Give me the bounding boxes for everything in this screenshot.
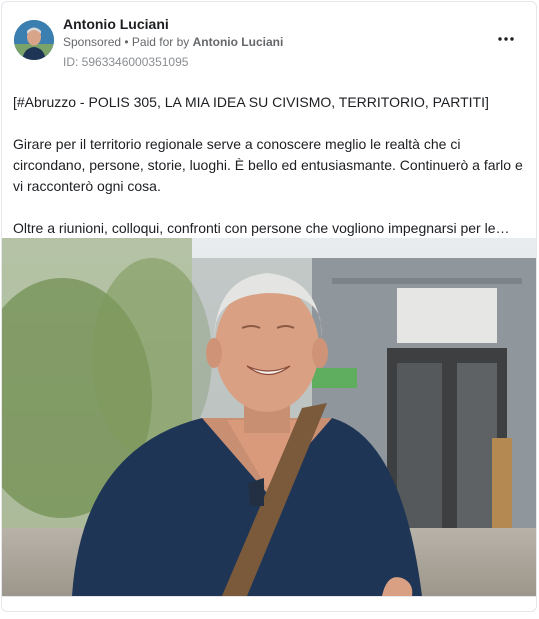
more-options-icon[interactable]	[494, 30, 518, 46]
sponsored-label: Sponsored	[63, 35, 122, 49]
author-name[interactable]: Antonio Luciani	[63, 16, 169, 32]
avatar-image	[14, 20, 54, 60]
more-dots-icon	[498, 37, 514, 41]
post-image[interactable]	[2, 238, 536, 596]
post-paragraph-title: [#Abruzzo - POLIS 305, LA MIA IDEA SU CI…	[13, 94, 489, 110]
ad-id: ID: 5963346000351095	[63, 55, 189, 69]
post-paragraph-1: Girare per il territorio regionale serve…	[13, 136, 523, 194]
post-header: Antonio Luciani Sponsored • Paid for by …	[2, 2, 536, 82]
post-paragraph-2[interactable]: Oltre a riunioni, colloqui, confronti co…	[13, 218, 525, 239]
post-photo	[2, 238, 536, 596]
card-divider	[2, 596, 536, 597]
post-text: [#Abruzzo - POLIS 305, LA MIA IDEA SU CI…	[13, 92, 525, 260]
paid-for-name: Antonio Luciani	[192, 35, 284, 49]
avatar[interactable]	[14, 20, 54, 60]
sponsored-line: Sponsored • Paid for by Antonio Luciani	[63, 35, 283, 49]
paid-for-prefix: • Paid for by	[124, 35, 190, 49]
ad-card: Antonio Luciani Sponsored • Paid for by …	[1, 1, 537, 612]
